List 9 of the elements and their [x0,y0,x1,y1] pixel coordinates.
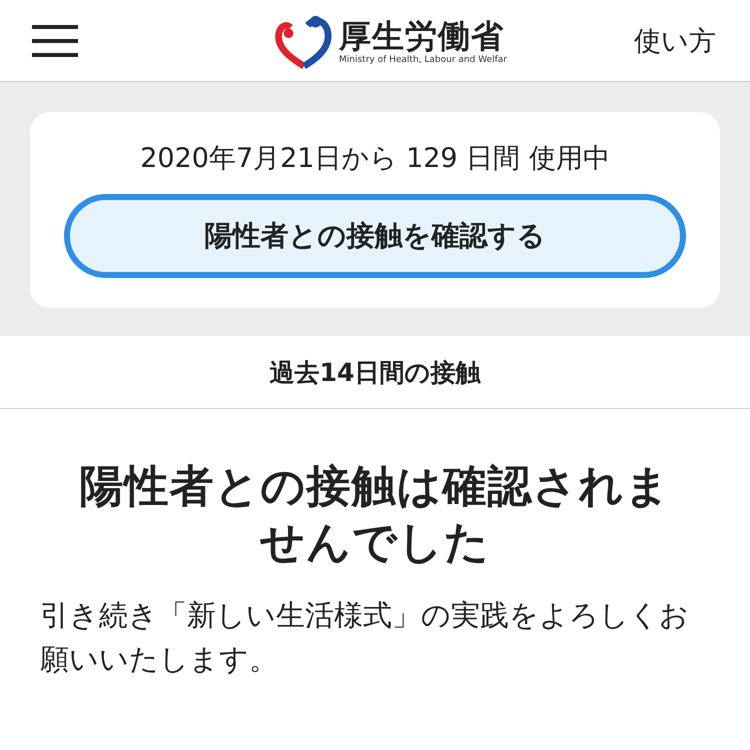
logo-title: 厚生労働省 [339,16,505,54]
logo-subtitle: Ministry of Health, Labour and Welfar [339,54,507,64]
result-heading: 陽性者との接触は確認されませんでした [78,460,672,570]
check-contact-button[interactable]: 陽性者との接触を確認する [64,194,686,278]
help-link[interactable]: 使い方 [634,22,716,58]
result-message: 引き続き「新しい生活様式」の実践をよろしくお願いいたします。 [40,597,690,678]
menu-icon[interactable] [32,24,78,56]
section-title: 過去14日間の接触 [270,356,480,388]
usage-text: 2020年7月21日から 129 日間 使用中 [140,142,610,176]
